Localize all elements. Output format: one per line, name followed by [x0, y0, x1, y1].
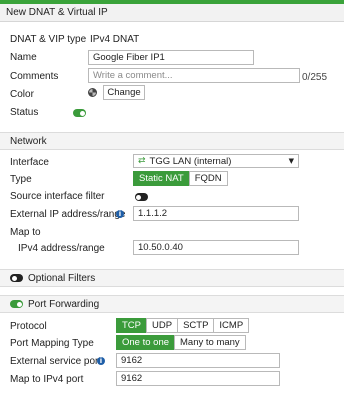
- protocol-option-sctp[interactable]: SCTP: [177, 318, 215, 333]
- mapping-option-many-to-many[interactable]: Many to many: [174, 335, 246, 350]
- interface-arrows-icon: ⇄: [138, 156, 146, 166]
- map-ipv4-port-input[interactable]: [116, 371, 280, 386]
- protocol-label: Protocol: [10, 321, 47, 332]
- ipv4-range-label: IPv4 address/range: [18, 243, 105, 254]
- network-section-header: Network: [0, 132, 344, 150]
- type-option-fqdn[interactable]: FQDN: [188, 171, 228, 186]
- interface-select-value: TGG LAN (internal): [149, 155, 232, 167]
- comments-label: Comments: [10, 71, 59, 82]
- source-filter-label: Source interface filter: [10, 191, 105, 202]
- vip-type-value: IPv4 DNAT: [90, 34, 140, 45]
- interface-select[interactable]: ⇄ TGG LAN (internal) ▼: [133, 154, 299, 168]
- color-label: Color: [10, 89, 34, 100]
- map-ipv4-port-label: Map to IPv4 port: [10, 374, 84, 385]
- optional-filters-title: Optional Filters: [28, 272, 96, 284]
- optional-filters-toggle[interactable]: [10, 274, 23, 282]
- external-ip-label: External IP address/range: [10, 209, 126, 220]
- name-label: Name: [10, 52, 37, 63]
- mapping-type-segmented-control: One to one Many to many: [116, 335, 246, 350]
- port-forwarding-header: Port Forwarding: [0, 295, 344, 313]
- type-segmented-control: Static NAT FQDN: [133, 171, 228, 186]
- source-filter-toggle[interactable]: [134, 193, 148, 202]
- protocol-option-icmp[interactable]: ICMP: [213, 318, 250, 333]
- color-swatch-icon: [88, 88, 97, 97]
- comments-textarea[interactable]: [88, 68, 300, 83]
- name-input[interactable]: [88, 50, 254, 65]
- protocol-option-udp[interactable]: UDP: [146, 318, 179, 333]
- mapping-option-one-to-one[interactable]: One to one: [116, 335, 176, 350]
- protocol-segmented-control: TCP UDP SCTP ICMP: [116, 318, 250, 333]
- external-port-info-icon[interactable]: i: [97, 357, 105, 365]
- type-label: Type: [10, 174, 32, 185]
- mapping-type-label: Port Mapping Type: [10, 338, 94, 349]
- dialog-title: New DNAT & Virtual IP: [0, 4, 344, 22]
- external-port-input[interactable]: [116, 353, 280, 368]
- color-change-button[interactable]: Change: [103, 85, 145, 100]
- port-forwarding-title: Port Forwarding: [28, 298, 100, 310]
- external-ip-input[interactable]: [133, 206, 299, 221]
- comments-counter: 0/255: [302, 72, 328, 83]
- status-toggle[interactable]: [73, 109, 86, 118]
- type-option-static-nat[interactable]: Static NAT: [133, 171, 190, 186]
- status-label: Status: [10, 107, 39, 118]
- protocol-option-tcp[interactable]: TCP: [116, 318, 147, 333]
- port-forwarding-toggle[interactable]: [10, 300, 23, 308]
- external-ip-info-icon[interactable]: i: [116, 210, 124, 218]
- external-port-label: External service port: [10, 356, 102, 367]
- network-section-title: Network: [10, 135, 47, 147]
- map-to-label: Map to: [10, 227, 41, 238]
- vip-type-label: DNAT & VIP type: [10, 34, 87, 45]
- optional-filters-header: Optional Filters: [0, 269, 344, 287]
- chevron-down-icon: ▼: [288, 157, 294, 165]
- ipv4-range-input[interactable]: [133, 240, 299, 255]
- interface-label: Interface: [10, 157, 49, 168]
